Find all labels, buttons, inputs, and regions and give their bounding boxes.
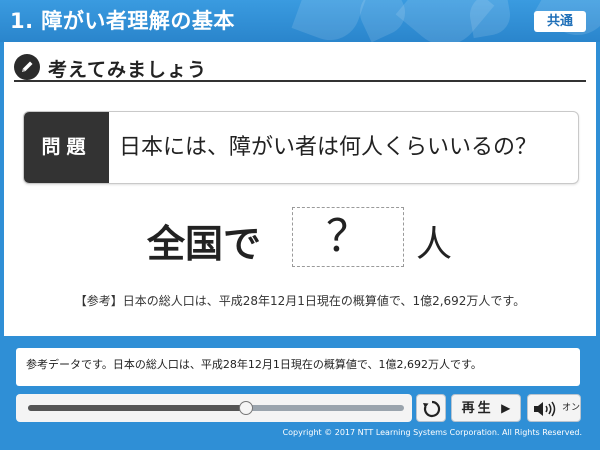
section-divider xyxy=(14,80,586,82)
player-area: 参考データです。日本の総人口は、平成28年12月1日現在の概算値で、1億2,69… xyxy=(0,336,600,450)
page-title: 1. 障がい者理解の基本 xyxy=(10,9,235,33)
pencil-icon xyxy=(14,54,40,80)
sound-toggle-button[interactable]: オン xyxy=(527,394,581,422)
speaker-icon xyxy=(534,401,556,417)
progress-fill xyxy=(28,405,247,411)
progress-track[interactable] xyxy=(28,401,404,415)
progress-handle[interactable] xyxy=(239,401,254,415)
answer-suffix: 人 xyxy=(416,224,453,265)
progress-bar[interactable] xyxy=(16,394,412,422)
question-text: 日本には、障がい者は何人くらいいるの？ xyxy=(119,135,538,160)
caption-box: 参考データです。日本の総人口は、平成28年12月1日現在の概算値で、1億2,69… xyxy=(16,348,580,386)
play-triangle-icon: ▶ xyxy=(501,401,511,415)
sound-label: オン xyxy=(562,403,581,413)
replay-icon xyxy=(423,400,441,418)
rewind-button[interactable] xyxy=(416,394,446,422)
answer-prefix: 全国で xyxy=(147,222,262,266)
copyright-text: Copyright © 2017 NTT Learning Systems Co… xyxy=(282,428,582,437)
header-bar: 1. 障がい者理解の基本 共通 xyxy=(0,0,600,42)
decor-leaf xyxy=(291,0,369,42)
play-label: 再生 xyxy=(461,401,494,416)
answer-row: 全国で ？ 人 xyxy=(4,207,596,267)
category-badge: 共通 xyxy=(534,11,586,32)
question-box: 問題 日本には、障がい者は何人くらいいるの？ xyxy=(23,111,579,184)
content-panel: 考えてみましょう 問題 日本には、障がい者は何人くらいいるの？ 全国で ？ 人 … xyxy=(4,42,596,336)
section-title: 考えてみましょう xyxy=(48,59,208,81)
play-button[interactable]: 再生 ▶ xyxy=(451,394,521,422)
question-label: 問題 xyxy=(24,112,109,183)
answer-blank[interactable]: ？ xyxy=(292,207,404,267)
reference-note: 【参考】日本の総人口は、平成28年12月1日現在の概算値で、1億2,692万人で… xyxy=(74,294,526,308)
decor-leaf xyxy=(466,0,514,39)
